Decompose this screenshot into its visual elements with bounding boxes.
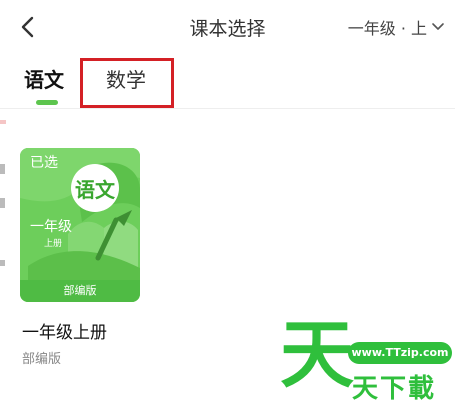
grade-selector[interactable]: 一年级 · 上 <box>348 15 445 39</box>
book-footer-bar: 部编版 <box>20 280 140 302</box>
book-title: 一年级上册 <box>22 323 107 343</box>
book-subject: 语文 <box>75 178 115 202</box>
active-tab-indicator <box>36 100 58 105</box>
watermark-logo: 天 www.TTzip.com 天下載 <box>278 318 455 404</box>
book-edition: 部编版 <box>22 352 62 367</box>
selected-badge: 已选 <box>30 155 58 171</box>
watermark-url-badge: www.TTzip.com <box>348 342 452 364</box>
chevron-down-icon <box>432 23 444 30</box>
grade-selector-label: 一年级 · 上 <box>347 19 427 38</box>
subject-tabs: 语文 数学 <box>0 56 455 109</box>
tab-chinese[interactable]: 语文 <box>24 64 64 93</box>
book-cover-card[interactable]: 已选 语文 一年级 上册 部编版 <box>20 148 140 302</box>
book-volume: 上册 <box>44 239 63 249</box>
sidebar-edge-fragment <box>0 120 6 266</box>
book-grade: 一年级 <box>30 219 72 235</box>
highlight-annotation-box <box>80 58 174 108</box>
book-publisher-label: 部编版 <box>63 284 97 297</box>
watermark-brand: 天下載 <box>352 374 437 404</box>
watermark-logo-char: 天 <box>280 312 354 398</box>
header-bar: 课本选择 一年级 · 上 <box>0 0 455 56</box>
watermark-url: www.TTzip.com <box>351 346 449 359</box>
